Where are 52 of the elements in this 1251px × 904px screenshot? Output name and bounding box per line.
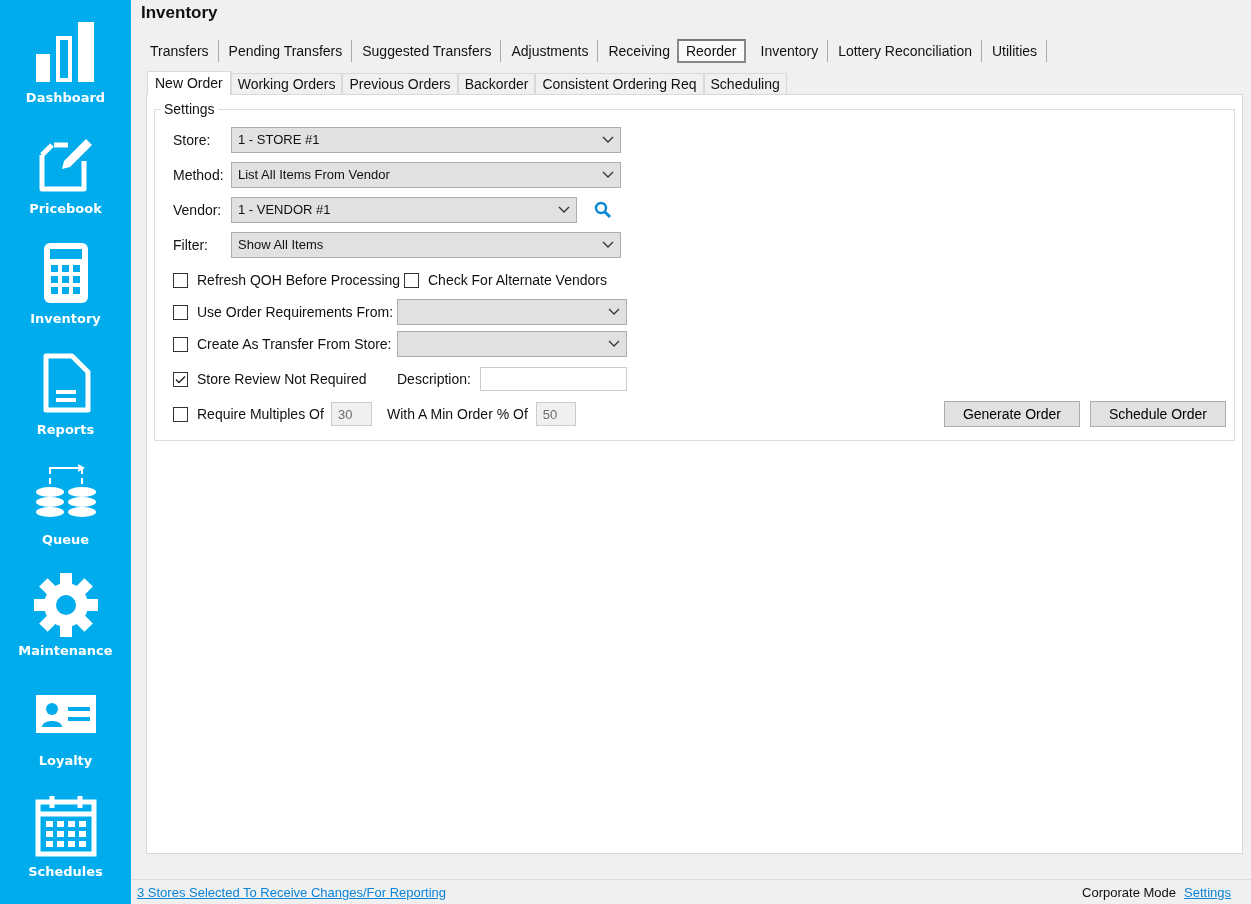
tab[interactable]: Pending Transfers bbox=[219, 40, 353, 62]
checkbox-label: Create As Transfer From Store: bbox=[197, 336, 393, 352]
tab[interactable]: Previous Orders bbox=[342, 73, 458, 94]
tab[interactable]: Lottery Reconciliation bbox=[829, 40, 982, 62]
checkbox[interactable] bbox=[173, 371, 188, 387]
tab[interactable]: Adjustments bbox=[502, 40, 599, 62]
chevron-down-icon bbox=[558, 205, 570, 214]
field-label: Vendor: bbox=[173, 201, 223, 218]
tab[interactable]: Backorder bbox=[457, 73, 536, 94]
tab[interactable]: Suggested Transfers bbox=[353, 40, 502, 62]
tab[interactable]: Working Orders bbox=[230, 73, 343, 94]
checkbox[interactable] bbox=[173, 304, 188, 320]
group-title: Settings bbox=[161, 101, 218, 117]
action-button[interactable]: Schedule Order bbox=[1089, 401, 1226, 427]
tab[interactable]: Consistent Ordering Req bbox=[535, 73, 704, 94]
checkbox[interactable] bbox=[173, 272, 188, 288]
tab[interactable]: Inventory bbox=[751, 40, 829, 62]
dropdown[interactable]: 1 - VENDOR #1 bbox=[231, 196, 577, 223]
chevron-down-icon bbox=[602, 170, 614, 179]
dropdown[interactable]: 1 - STORE #1 bbox=[231, 126, 621, 153]
mode-label: Corporate Mode bbox=[1082, 884, 1176, 900]
checkbox[interactable] bbox=[404, 272, 419, 288]
checkbox[interactable] bbox=[173, 336, 188, 352]
chevron-down-icon bbox=[602, 240, 614, 249]
dropdown[interactable]: Show All Items bbox=[231, 231, 621, 258]
search-icon[interactable] bbox=[594, 200, 612, 219]
field-label: With A Min Order % Of bbox=[387, 406, 528, 422]
settings-link[interactable]: Settings bbox=[1184, 884, 1231, 900]
tab[interactable]: New Order bbox=[147, 71, 231, 95]
input-field[interactable] bbox=[480, 367, 627, 391]
stores-link[interactable]: 3 Stores Selected To Receive Changes/For Reporting bbox=[137, 884, 447, 900]
tab[interactable]: Reorder bbox=[676, 39, 746, 63]
chevron-down-icon bbox=[608, 308, 620, 316]
checkbox-label: Store Review Not Required bbox=[197, 371, 368, 387]
page-title: Inventory bbox=[140, 2, 219, 24]
chevron-down-icon bbox=[602, 135, 614, 144]
calendar-icon bbox=[33, 793, 98, 858]
action-button[interactable]: Generate Order bbox=[943, 401, 1080, 427]
chevron-down-icon bbox=[608, 340, 620, 348]
checkbox-label: Check For Alternate Vendors bbox=[428, 272, 607, 288]
field-label: Filter: bbox=[173, 236, 209, 253]
checkbox-label: Refresh QOH Before Processing bbox=[197, 272, 402, 288]
gear-icon bbox=[33, 572, 98, 637]
field-label: Method: bbox=[173, 166, 225, 183]
checkbox-label: Use Order Requirements From: bbox=[197, 304, 395, 320]
checkbox-label: Require Multiples Of bbox=[197, 406, 325, 422]
tab[interactable]: Transfers bbox=[141, 40, 219, 62]
tab[interactable]: Utilities bbox=[983, 40, 1048, 62]
field-label: Description: bbox=[397, 371, 472, 387]
dropdown[interactable]: List All Items From Vendor bbox=[231, 161, 621, 188]
tab[interactable]: Scheduling bbox=[703, 73, 787, 94]
field-label: Store: bbox=[173, 131, 212, 148]
